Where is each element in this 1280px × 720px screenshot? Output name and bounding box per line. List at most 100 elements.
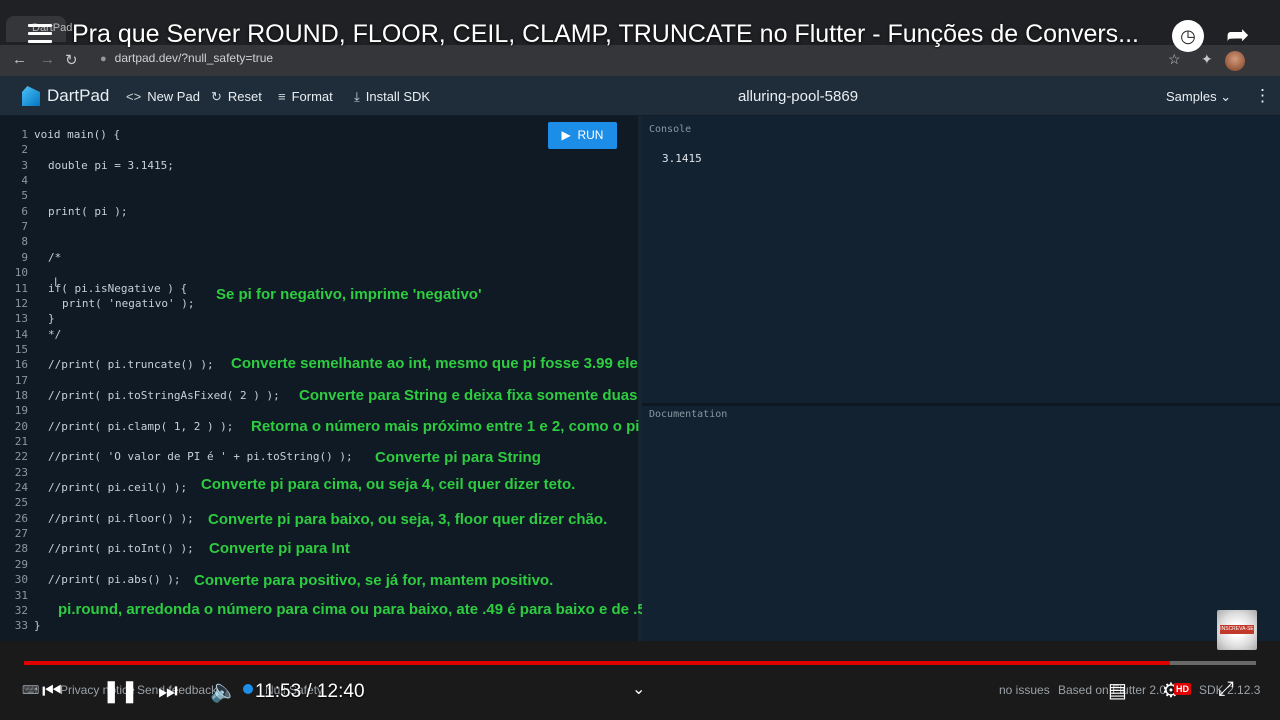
code-text: double pi = 3.1415; bbox=[48, 158, 174, 172]
bookmark-star-icon[interactable]: ☆ bbox=[1168, 51, 1181, 68]
watch-later-icon[interactable]: ◷ bbox=[1172, 20, 1204, 52]
code-line[interactable]: 1 void main() { bbox=[0, 127, 120, 142]
code-line[interactable]: 23 bbox=[0, 465, 34, 480]
code-line[interactable]: 10 bbox=[0, 265, 34, 280]
volume-icon[interactable]: 🔈 bbox=[210, 678, 237, 704]
note-tostring: Converte pi para String bbox=[375, 449, 541, 466]
code-line[interactable]: 16 //print( pi.truncate() ); bbox=[0, 357, 214, 372]
subscribe-badge: INSCREVA-SE bbox=[1220, 625, 1254, 634]
line-number: 18 bbox=[14, 388, 28, 402]
code-line[interactable]: 15 bbox=[0, 342, 34, 357]
share-icon[interactable]: ➦ bbox=[1226, 18, 1249, 51]
line-number: 1 bbox=[21, 128, 28, 141]
forward-icon[interactable]: → bbox=[40, 51, 55, 68]
code-line[interactable]: 26 //print( pi.floor() ); bbox=[0, 511, 194, 526]
dartpad-brand: DartPad bbox=[47, 86, 110, 105]
code-line[interactable]: 30 //print( pi.abs() ); bbox=[0, 572, 181, 587]
code-line[interactable]: 13} bbox=[0, 311, 55, 326]
new-pad-button[interactable]: <> New Pad bbox=[126, 89, 200, 104]
code-line[interactable]: 28 //print( pi.toInt() ); bbox=[0, 541, 194, 556]
dartpad-header: DartPad <> New Pad ↻ Reset ≡ Format ⤓ Instal… bbox=[0, 76, 1280, 116]
code-line[interactable]: 27 bbox=[0, 526, 34, 541]
download-icon: ⤓ bbox=[354, 89, 360, 104]
documentation-panel: Documentation bbox=[642, 403, 1280, 641]
code-line[interactable]: 18 //print( pi.toStringAsFixed( 2 ) ); bbox=[0, 388, 280, 403]
code-line[interactable]: 21 bbox=[0, 434, 34, 449]
exit-fullscreen-icon[interactable]: ⤢ bbox=[1218, 678, 1234, 701]
video-progress-bar[interactable] bbox=[24, 661, 1256, 665]
line-number: 22 bbox=[14, 450, 28, 464]
reset-label: Reset bbox=[227, 89, 262, 104]
line-number: 23 bbox=[14, 465, 28, 479]
console-output: 3.1415 bbox=[662, 152, 702, 165]
hd-badge: HD bbox=[1174, 683, 1191, 695]
code-editor[interactable]: 1 void main() {2 3 double pi = 3.1415; 4 5 6 pr… bbox=[0, 116, 638, 641]
code-text: //print( 'O valor de PI é ' + pi.toStrin… bbox=[48, 450, 353, 464]
line-number: 4 bbox=[21, 174, 28, 188]
new-pad-label: New Pad bbox=[147, 89, 200, 104]
code-line[interactable]: 25 bbox=[0, 495, 34, 510]
install-sdk-button[interactable]: ⤓ Install SDK bbox=[354, 89, 430, 105]
console-label: Console bbox=[649, 124, 692, 135]
url-field[interactable]: ● dartpad.dev/?null_safety=true bbox=[100, 51, 273, 65]
line-number: 14 bbox=[14, 327, 28, 341]
refresh-icon: ↻ bbox=[211, 89, 222, 104]
run-button[interactable]: ▶ RUN bbox=[548, 122, 617, 149]
line-number: 21 bbox=[14, 435, 28, 448]
code-text: //print( pi.floor() ); bbox=[48, 511, 194, 525]
volume-slider-knob[interactable] bbox=[243, 684, 253, 694]
code-line[interactable]: 29 bbox=[0, 557, 34, 572]
previous-icon[interactable]: ⏮ bbox=[42, 678, 62, 704]
keyboard-icon[interactable]: ⌨ bbox=[22, 683, 39, 697]
line-number: 27 bbox=[14, 527, 28, 541]
back-icon[interactable]: ← bbox=[12, 51, 27, 68]
reload-icon[interactable]: ↻ bbox=[65, 51, 78, 69]
code-text: //print( pi.abs() ); bbox=[48, 573, 181, 587]
format-button[interactable]: ≡ Format bbox=[278, 89, 333, 104]
lock-icon: ● bbox=[100, 53, 107, 65]
line-number: 33 bbox=[14, 619, 28, 633]
code-line[interactable]: 20 //print( pi.clamp( 1, 2 ) ); bbox=[0, 419, 234, 434]
more-menu-icon[interactable]: ⋮ bbox=[1254, 86, 1271, 106]
profile-avatar[interactable] bbox=[1225, 51, 1245, 71]
line-number: 5 bbox=[21, 189, 28, 203]
code-line[interactable]: 6 print( pi ); bbox=[0, 204, 127, 219]
code-line[interactable]: 11 if( pi.isNegative ) { bbox=[0, 281, 187, 296]
reset-button[interactable]: ↻ Reset bbox=[211, 89, 262, 105]
code-line[interactable]: 33} bbox=[0, 618, 41, 633]
code-line[interactable]: 8 bbox=[0, 234, 34, 249]
code-line[interactable]: 3 double pi = 3.1415; bbox=[0, 158, 174, 173]
code-text: /* bbox=[48, 250, 62, 264]
code-line[interactable]: 32 bbox=[0, 603, 34, 618]
line-number: 17 bbox=[14, 373, 28, 387]
subtitles-icon[interactable]: ▤ bbox=[1108, 678, 1127, 703]
code-text: } bbox=[34, 619, 41, 633]
extensions-icon[interactable]: ✦ bbox=[1201, 51, 1213, 68]
code-line[interactable]: 4 bbox=[0, 173, 34, 188]
code-line[interactable]: 2 bbox=[0, 142, 34, 157]
samples-dropdown[interactable]: Samples ⌄ bbox=[1166, 89, 1231, 105]
channel-watermark[interactable]: INSCREVA-SE bbox=[1217, 610, 1257, 650]
code-line[interactable]: 12 print( 'negativo' ); bbox=[0, 296, 195, 311]
code-line[interactable]: 9 /* bbox=[0, 250, 61, 265]
code-line[interactable]: 24 //print( pi.ceil() ); bbox=[0, 480, 187, 495]
code-line[interactable]: 19 bbox=[0, 403, 34, 418]
code-text: //print( pi.truncate() ); bbox=[48, 358, 214, 372]
line-number: 28 bbox=[14, 542, 28, 556]
chevron-down-icon[interactable]: ⌄ bbox=[632, 679, 645, 699]
code-line[interactable]: 14 */ bbox=[0, 327, 62, 342]
playlist-menu-icon[interactable] bbox=[28, 24, 52, 44]
code-text: print( 'negativo' ); bbox=[62, 296, 195, 310]
code-line[interactable]: 22 //print( 'O valor de PI é ' + pi.toStr… bbox=[0, 449, 353, 464]
format-label: Format bbox=[291, 89, 333, 104]
line-number: 9 bbox=[21, 250, 28, 264]
code-line[interactable]: 5 bbox=[0, 188, 34, 203]
pause-icon[interactable]: ❚❚ bbox=[102, 678, 139, 704]
run-label: RUN bbox=[577, 128, 604, 142]
code-line[interactable]: 7 bbox=[0, 219, 34, 234]
line-number: 16 bbox=[14, 358, 28, 372]
code-line[interactable]: 17 bbox=[0, 373, 34, 388]
next-icon[interactable]: ⏭ bbox=[158, 678, 178, 704]
line-number: 10 bbox=[14, 266, 28, 280]
code-line[interactable]: 31 bbox=[0, 588, 34, 603]
